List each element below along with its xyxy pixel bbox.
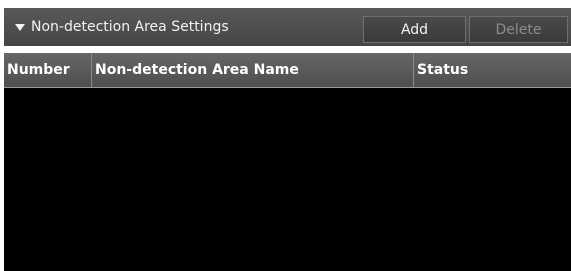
column-header-area-name[interactable]: Non-detection Area Name xyxy=(92,53,414,87)
panel-header: Non-detection Area Settings Add Delete xyxy=(4,8,571,46)
non-detection-area-panel: Non-detection Area Settings Add Delete N… xyxy=(0,0,571,271)
table-header: Number Non-detection Area Name Status xyxy=(4,53,571,88)
delete-button[interactable]: Delete xyxy=(469,16,568,43)
table-body xyxy=(4,88,571,271)
non-detection-area-table: Number Non-detection Area Name Status xyxy=(4,53,571,271)
add-button[interactable]: Add xyxy=(363,16,466,43)
column-header-status[interactable]: Status xyxy=(414,53,571,87)
collapse-toggle[interactable]: Non-detection Area Settings xyxy=(15,8,229,46)
triangle-down-icon xyxy=(15,24,25,31)
panel-title: Non-detection Area Settings xyxy=(31,19,229,35)
column-header-number[interactable]: Number xyxy=(4,53,92,87)
